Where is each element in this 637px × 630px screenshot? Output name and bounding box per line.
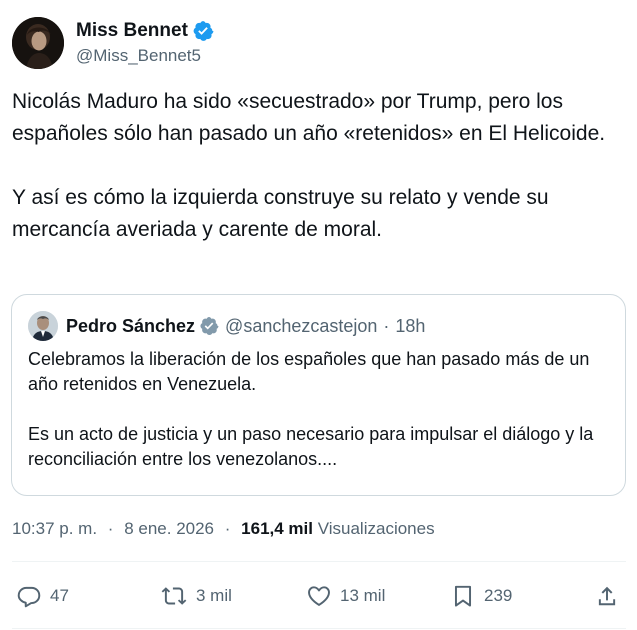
reply-icon — [17, 586, 41, 608]
reply-count: 47 — [50, 586, 69, 605]
share-icon — [598, 586, 616, 606]
action-bar: 47 3 mil 13 mil 239 — [12, 580, 624, 612]
meta-separator: · — [224, 519, 231, 538]
quoted-author-name: Pedro Sánchez — [66, 315, 196, 336]
author-name-row: Miss Bennet — [76, 19, 214, 43]
author-display-name[interactable]: Miss Bennet — [76, 19, 188, 43]
bookmark-count: 239 — [484, 586, 513, 605]
tweet-paragraph: Nicolás Maduro ha sido «secuestrado» por… — [12, 90, 606, 145]
retweet-button[interactable]: 3 mil — [160, 580, 232, 612]
heart-icon — [308, 586, 330, 606]
bookmark-icon — [454, 585, 472, 607]
retweet-count: 3 mil — [196, 586, 232, 605]
tweet-header: Miss Bennet @Miss_Bennet5 — [12, 16, 214, 70]
quoted-author-avatar — [28, 311, 58, 341]
share-button[interactable] — [594, 580, 620, 612]
meta-separator: · — [107, 519, 114, 538]
tweet-date[interactable]: 8 ene. 2026 — [124, 519, 214, 538]
tweet-time[interactable]: 10:37 p. m. — [12, 519, 97, 538]
bookmark-button[interactable]: 239 — [450, 580, 512, 612]
divider — [12, 561, 626, 562]
tweet-paragraph: Y así es cómo la izquierda construye su … — [12, 186, 549, 241]
views-label: Visualizaciones — [317, 519, 435, 538]
quoted-paragraph: Es un acto de justicia y un paso necesar… — [28, 424, 594, 469]
retweet-icon — [161, 587, 187, 605]
like-button[interactable]: 13 mil — [306, 580, 385, 612]
tweet-meta: 10:37 p. m. · 8 ene. 2026 · 161,4 mil Vi… — [12, 517, 435, 541]
divider — [12, 628, 626, 629]
verified-badge-gray-icon — [199, 316, 219, 336]
like-count: 13 mil — [340, 586, 386, 605]
views-count: 161,4 mil — [241, 519, 313, 538]
verified-badge-icon[interactable] — [192, 20, 214, 42]
quoted-separator: · — [383, 315, 390, 336]
quoted-timestamp: 18h — [395, 315, 426, 336]
quoted-tweet-text: Celebramos la liberación de los españole… — [28, 347, 613, 472]
quoted-tweet-card[interactable]: Pedro Sánchez @sanchezcastejon · 18h Cel… — [11, 294, 626, 496]
tweet-text: Nicolás Maduro ha sido «secuestrado» por… — [12, 86, 624, 246]
author-handle[interactable]: @Miss_Bennet5 — [76, 45, 214, 67]
author-names: Miss Bennet @Miss_Bennet5 — [76, 19, 214, 67]
quoted-author-handle: @sanchezcastejon — [225, 315, 378, 336]
quoted-tweet-header: Pedro Sánchez @sanchezcastejon · 18h — [28, 310, 425, 342]
quoted-paragraph: Celebramos la liberación de los españole… — [28, 349, 590, 394]
reply-button[interactable]: 47 — [16, 580, 69, 612]
author-avatar[interactable] — [12, 17, 64, 69]
